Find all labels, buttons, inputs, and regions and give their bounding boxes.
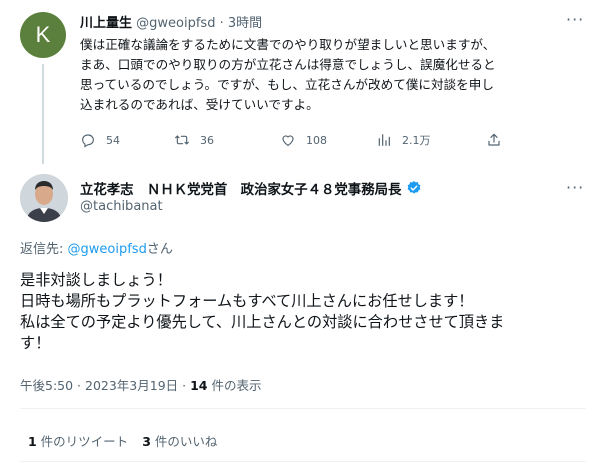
tweet-text-line: 思っているのでしょう。ですが、もし、立花さんが改めて僕に対談を申し (80, 77, 494, 92)
share-icon (488, 133, 500, 146)
reply-count: 54 (106, 133, 120, 147)
like-label: 件のいいね (150, 434, 218, 449)
reply-to-handle-link[interactable]: @gweoipfsd (68, 242, 147, 257)
separator-dot: · (219, 16, 224, 31)
like-count: 3 (142, 434, 151, 449)
tweet-text-line: 是非対談しましょう！ (20, 271, 172, 289)
tweet-header: 川上量生 @gweoipfsd · 3時間 (80, 12, 262, 31)
more-icon[interactable]: ··· (566, 178, 584, 197)
tweet-text-line: 日時も場所もプラットフォームもすべて川上さんにお任せします！ (20, 292, 474, 310)
share-button[interactable] (486, 130, 502, 150)
tweet-text-line: 込まれるのであれば、受けていいですよ。 (80, 97, 319, 112)
verified-badge-icon (407, 181, 421, 194)
reply-context: 返信先: @gweoipfsdさん (20, 238, 173, 257)
reply-icon (82, 134, 94, 148)
avatar[interactable]: K (20, 12, 66, 58)
tweet-time[interactable]: 3時間 (228, 16, 262, 31)
likes-link[interactable]: 3 件のいいね (142, 434, 217, 449)
retweet-icon (175, 135, 189, 145)
like-button[interactable]: 108 (280, 130, 327, 150)
divider (20, 461, 586, 462)
tweet-text: 僕は正確な議論をするために文書でのやり取りが望ましいと思いますが、 まあ、口頭で… (80, 35, 590, 115)
retweet-count: 1 (28, 434, 37, 449)
retweet-label: 件のリツイート (36, 434, 129, 449)
retweet-count: 36 (200, 133, 214, 147)
thread-connector (42, 64, 44, 164)
tweet-text: 是非対談しましょう！ 日時も場所もプラットフォームもすべて川上さんにお任せします… (20, 270, 590, 354)
views-label: 件の表示 (207, 378, 262, 393)
views-button[interactable]: 2.1万 (376, 130, 431, 150)
tweet-text-line: す！ (20, 334, 51, 352)
author-name[interactable]: 川上量生 (80, 16, 132, 31)
views-icon (378, 134, 390, 146)
author-name-text: 立花孝志 ＮＨＫ党党首 政治家女子４８党事務局長 (80, 183, 402, 198)
retweets-link[interactable]: 1 件のリツイート (28, 434, 128, 449)
reply-to-suffix: さん (146, 242, 173, 257)
author-name[interactable]: 立花孝志 ＮＨＫ党党首 政治家女子４８党事務局長 (80, 178, 422, 198)
tweet-text-line: 私は全ての予定より優先して、川上さんとの対談に合わせさせて頂きま (20, 313, 505, 331)
views-count: 2.1万 (402, 134, 431, 147)
like-count: 108 (306, 133, 327, 147)
retweet-button[interactable]: 36 (174, 130, 214, 150)
author-handle[interactable]: @gweoipfsd (136, 16, 215, 31)
more-icon[interactable]: ··· (566, 10, 584, 29)
views-count: 14 (190, 378, 208, 393)
tweet-timestamp[interactable]: 午後5:50 · 2023年3月19日 · (20, 378, 190, 393)
divider (20, 408, 586, 409)
engagement-stats: 1 件のリツイート 3 件のいいね (28, 431, 217, 450)
tweet-meta: 午後5:50 · 2023年3月19日 · 14 件の表示 (20, 375, 261, 394)
replied-tweet[interactable]: K 川上量生 @gweoipfsd · 3時間 ··· 僕は正確な議論をするため… (0, 0, 604, 170)
profile-photo (20, 174, 68, 222)
reply-button[interactable]: 54 (80, 130, 120, 150)
tweet-text-line: まあ、口頭でのやり取りの方が立花さんは得意でしょうし、誤魔化せると (80, 57, 496, 72)
action-bar: 54 36 108 2.1万 (80, 130, 520, 150)
reply-to-label: 返信先: (20, 242, 68, 257)
avatar[interactable] (20, 174, 68, 222)
like-icon (282, 135, 294, 146)
tweet-text-line: 僕は正確な議論をするために文書でのやり取りが望ましいと思いますが、 (80, 37, 496, 52)
author-handle[interactable]: @tachibanat (80, 199, 163, 214)
